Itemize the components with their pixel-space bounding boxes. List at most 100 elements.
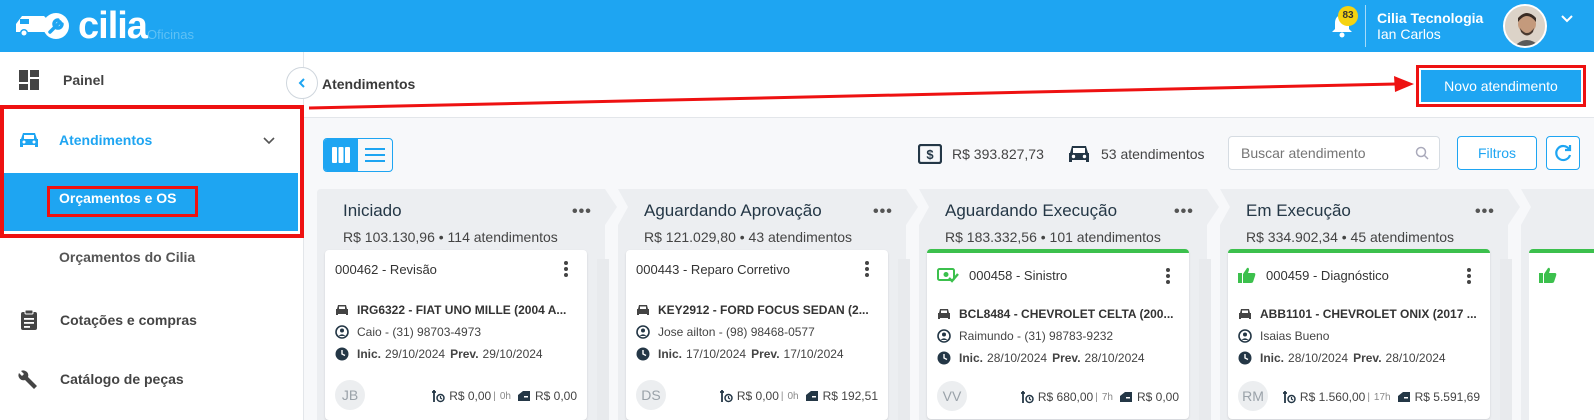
top-bar: cilia Oficinas 83 Cilia Tecnologia Ian C…: [0, 0, 1594, 52]
card-title: 000459 - Diagnóstico: [1266, 267, 1389, 283]
assignee-avatar[interactable]: JB: [335, 380, 365, 410]
user-circle-icon: [1238, 329, 1252, 343]
card-title: 000462 - Revisão: [335, 262, 437, 277]
column-scrollbar[interactable]: [1500, 259, 1512, 420]
column-scrollbar[interactable]: [597, 259, 609, 420]
inic-date: 28/10/2024: [987, 351, 1048, 365]
parts-icon: [1119, 392, 1132, 402]
card-dates: Inic. 17/10/2024 Prev. 17/10/2024: [636, 347, 876, 361]
search-box: [1228, 136, 1440, 170]
card-vehicle: BCL8484 - CHEVROLET CELTA (200...: [937, 307, 1177, 321]
collapse-sidebar-button[interactable]: [286, 67, 318, 99]
sidebar-item-label: Orçamentos do Cilia: [59, 249, 196, 265]
kanban-view-button[interactable]: [324, 139, 358, 171]
column-scrollbar[interactable]: [1199, 259, 1211, 420]
card-dates: Inic. 29/10/2024 Prev. 29/10/2024: [335, 347, 575, 361]
chevron-down-icon[interactable]: [1560, 12, 1574, 26]
refresh-button[interactable]: [1546, 136, 1580, 170]
kebab-menu-icon[interactable]: [563, 260, 569, 278]
vehicle-text: ABB1101 - CHEVROLET ONIX (2017 ...: [1260, 307, 1477, 321]
parts-icon: [805, 391, 818, 401]
labor-value: R$ 680,00: [1037, 390, 1094, 404]
approved-money-icon: [937, 268, 959, 283]
user-circle-icon: [636, 325, 650, 339]
parts-value: R$ 0,00: [1136, 390, 1179, 404]
card-contact: Isaias Bueno: [1238, 329, 1478, 343]
logo[interactable]: cilia: [14, 7, 148, 45]
page-title: Atendimentos: [322, 76, 416, 92]
kebab-menu-icon[interactable]: [864, 260, 870, 278]
column-scrollbar[interactable]: [898, 259, 910, 420]
assignee-avatar[interactable]: DS: [636, 380, 666, 410]
thumbs-up-icon: [1539, 267, 1557, 283]
column-menu-button[interactable]: •••: [1174, 203, 1194, 221]
prev-date: 28/10/2024: [1084, 351, 1145, 365]
column-menu-button[interactable]: •••: [1475, 203, 1495, 221]
card-vehicle: ABB1101 - CHEVROLET ONIX (2017 ...: [1238, 307, 1478, 321]
assignee-avatar[interactable]: VV: [937, 381, 967, 411]
card-stats: R$ 680,00 | 7h R$ 0,00: [1016, 390, 1179, 404]
vehicle-text: IRG6322 - FIAT UNO MILLE (2004 A...: [357, 303, 567, 317]
labor-hours: 7h: [1101, 391, 1113, 403]
car-icon: [637, 305, 649, 315]
svg-text:$: $: [926, 147, 934, 162]
list-view-button[interactable]: [358, 139, 392, 171]
service-card[interactable]: [1529, 249, 1594, 420]
card-title: 000443 - Reparo Corretivo: [636, 262, 790, 277]
column-menu-button[interactable]: •••: [572, 203, 592, 221]
list-icon: [365, 148, 385, 162]
user-name: Ian Carlos: [1377, 26, 1441, 42]
avatar[interactable]: [1503, 4, 1547, 48]
labor-icon: [432, 390, 445, 403]
labor-icon: [1282, 391, 1296, 404]
service-card[interactable]: 000458 - Sinistro BCL8484 - CHEVROLET CE…: [927, 249, 1189, 419]
user-photo-icon: [1505, 6, 1545, 46]
card-vehicle: IRG6322 - FIAT UNO MILLE (2004 A...: [335, 303, 575, 317]
contact-text: Isaias Bueno: [1260, 329, 1330, 343]
search-input[interactable]: [1241, 145, 1411, 161]
car-icon: [1239, 309, 1251, 319]
sidebar-item-catalogo[interactable]: Catálogo de peças: [0, 365, 303, 393]
sidebar-item-label: Catálogo de peças: [60, 371, 184, 387]
total-value: R$ 393.827,73: [952, 146, 1044, 162]
sidebar-subitem-orcamentos-cilia[interactable]: Orçamentos do Cilia: [0, 247, 303, 267]
service-card[interactable]: 000462 - Revisão IRG6322 - FIAT UNO MILL…: [325, 250, 587, 420]
assignee-avatar[interactable]: RM: [1238, 381, 1268, 411]
kebab-menu-icon[interactable]: [1466, 267, 1472, 285]
column-summary: R$ 334.902,34 • 45 atendimentos: [1246, 229, 1455, 245]
clock-icon: [1238, 351, 1252, 365]
kebab-menu-icon[interactable]: [1165, 267, 1171, 285]
card-stats: R$ 0,00 | 0h R$ 192,51: [715, 389, 878, 403]
sidebar-item-cotacoes[interactable]: Cotações e compras: [0, 306, 303, 334]
labor-value: R$ 0,00: [736, 389, 779, 403]
logo-subtitle: Oficinas: [147, 27, 194, 42]
service-card[interactable]: 000459 - Diagnóstico ABB1101 - CHEVROLET…: [1228, 249, 1490, 419]
service-card[interactable]: 000443 - Reparo Corretivo KEY2912 - FORD…: [626, 250, 888, 420]
car-icon: [336, 305, 348, 315]
clock-icon: [335, 347, 349, 361]
card-vehicle: KEY2912 - FORD FOCUS SEDAN (2...: [636, 303, 876, 317]
highlight-new-button: [1416, 65, 1586, 107]
inic-date: 29/10/2024: [385, 347, 446, 361]
prev-label: Prev.: [1052, 351, 1081, 365]
sidebar-item-painel[interactable]: Painel: [0, 66, 303, 94]
card-stats: R$ 0,00 | 0h R$ 0,00: [427, 389, 577, 403]
column-summary: R$ 121.029,80 • 43 atendimentos: [644, 229, 853, 245]
inic-label: Inic.: [959, 351, 984, 365]
contact-text: Raimundo - (31) 98783-9232: [959, 329, 1114, 343]
inic-date: 17/10/2024: [686, 347, 747, 361]
parts-value: R$ 0,00: [534, 389, 577, 403]
clock-icon: [937, 351, 951, 365]
inic-label: Inic.: [658, 347, 683, 361]
column-menu-button[interactable]: •••: [873, 203, 893, 221]
card-dates: Inic. 28/10/2024 Prev. 28/10/2024: [937, 351, 1177, 365]
inic-label: Inic.: [1260, 351, 1285, 365]
card-contact: Raimundo - (31) 98783-9232: [937, 329, 1177, 343]
labor-hours: 17h: [1373, 391, 1391, 403]
prev-date: 28/10/2024: [1385, 351, 1446, 365]
chevron-left-icon: [298, 78, 305, 88]
clock-icon: [636, 347, 650, 361]
card-contact: Caio - (31) 98703-4973: [335, 325, 575, 339]
card-contact: Jose ailton - (98) 98468-0577: [636, 325, 876, 339]
filters-button[interactable]: Filtros: [1457, 136, 1537, 170]
